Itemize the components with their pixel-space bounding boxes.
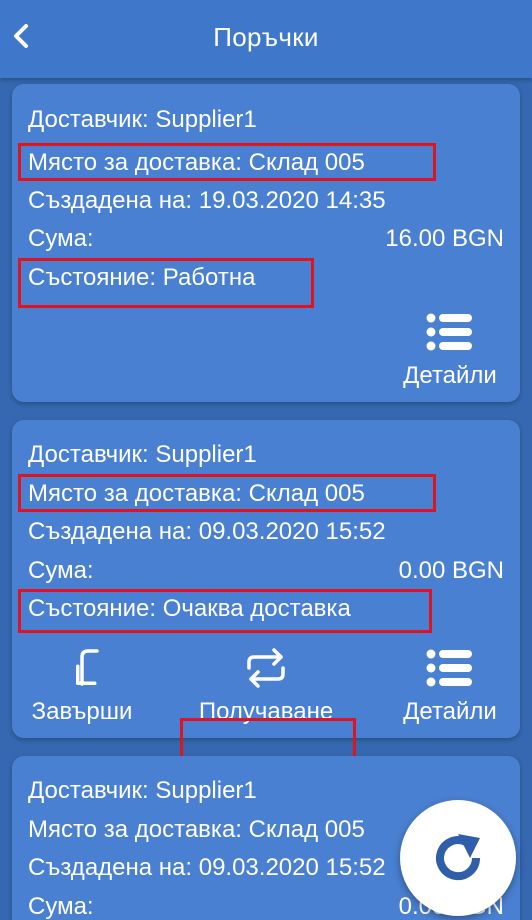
status-text: Състояние: Работна: [28, 264, 256, 291]
refresh-icon: [436, 834, 481, 881]
details-label: Детайли: [403, 362, 497, 389]
supplier-text: Доставчик: Supplier1: [28, 441, 257, 468]
turn-down-left-arrow-icon: [76, 649, 99, 686]
receive-label: Получаване: [198, 698, 334, 725]
list-icon: [426, 649, 472, 687]
page-title: Поръчки: [213, 22, 319, 52]
amount-value: 16.00 BGN: [385, 225, 504, 252]
supplier-text: Доставчик: Supplier1: [28, 777, 257, 804]
app-bar: Поръчки: [0, 0, 532, 78]
amount-row: Сума: 0.00 BGN: [28, 555, 504, 587]
created-date-text: Създадена на: 19.03.2020 14:35: [28, 187, 386, 214]
delivery-place-text: Място за доставка: Склад 005: [28, 149, 365, 176]
refresh-button[interactable]: [400, 800, 516, 916]
order-card[interactable]: Доставчик: Supplier1 Място за доставка: …: [12, 84, 520, 402]
amount-label: Сума:: [28, 225, 94, 252]
supplier-text: Доставчик: Supplier1: [28, 106, 257, 133]
complete-label: Завърши: [31, 698, 133, 725]
details-button[interactable]: Детайли: [392, 644, 508, 726]
amount-row: Сума: 16.00 BGN: [28, 223, 504, 255]
complete-button[interactable]: Завърши: [18, 644, 146, 726]
status-text: Състояние: Очаква доставка: [28, 595, 351, 622]
order-card[interactable]: Доставчик: Supplier1 Място за доставка: …: [12, 420, 520, 810]
details-label: Детайли: [403, 698, 497, 725]
amount-value: 0.00 BGN: [398, 557, 504, 584]
amount-label: Сума:: [28, 893, 94, 920]
details-button[interactable]: Детайли: [392, 308, 508, 390]
amount-label: Сума:: [28, 557, 94, 584]
orders-list[interactable]: Доставчик: Supplier1 Място за доставка: …: [0, 78, 532, 920]
receive-button[interactable]: Получаване: [180, 644, 352, 726]
list-icon: [426, 313, 472, 351]
delivery-place-text: Място за доставка: Склад 005: [28, 480, 365, 507]
repeat-arrows-icon: [247, 648, 285, 688]
created-date-text: Създадена на: 09.03.2020 15:52: [28, 518, 386, 545]
